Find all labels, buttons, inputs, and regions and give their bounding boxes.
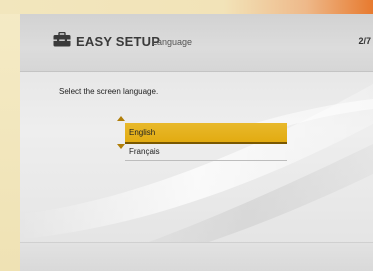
language-option-francais[interactable]: Français — [125, 144, 287, 161]
toolbox-icon — [53, 32, 71, 47]
language-option-english[interactable]: English — [125, 123, 287, 144]
top-bezel — [0, 0, 373, 14]
language-list: English Français — [125, 123, 287, 161]
scroll-down-arrow-icon[interactable] — [117, 144, 125, 149]
setup-screen: EASY SETUP Language 2/7 Select the scree… — [20, 14, 373, 271]
left-bezel — [0, 0, 20, 271]
page-title: EASY SETUP — [76, 34, 161, 49]
page-subtitle: Language — [152, 37, 193, 47]
scroll-up-arrow-icon[interactable] — [117, 116, 125, 121]
footer-bar — [20, 242, 373, 271]
instruction-text: Select the screen language. — [59, 87, 159, 96]
step-counter: 2/7 — [358, 36, 371, 46]
header-bar: EASY SETUP Language 2/7 — [20, 14, 373, 72]
